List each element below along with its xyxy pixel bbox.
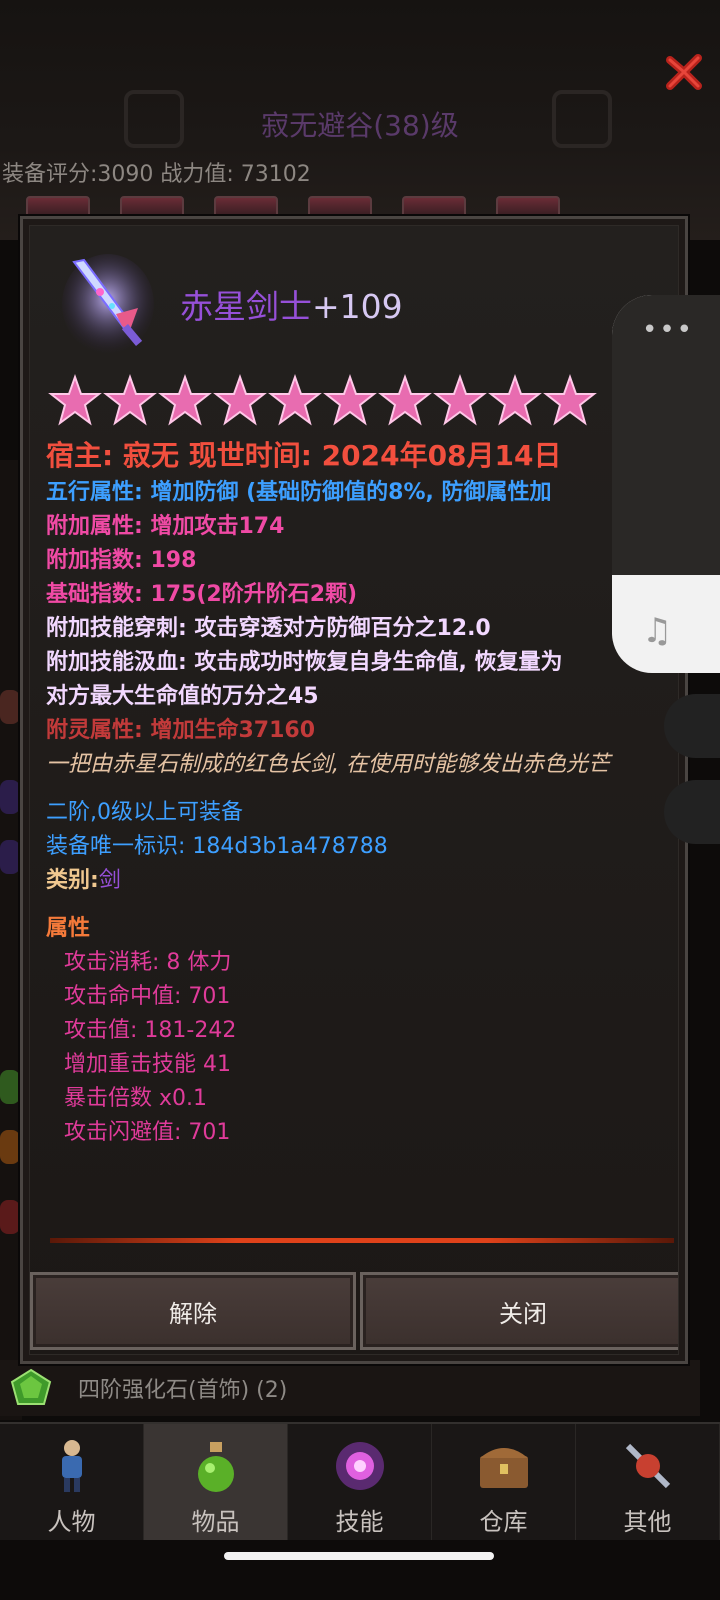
bottom-tab-bar: 人物 物品 技能 仓库 其他 — [0, 1422, 720, 1540]
background-item-list — [0, 460, 22, 1420]
star-icon — [213, 374, 267, 426]
unequip-button[interactable]: 解除 — [30, 1272, 356, 1350]
tab-label: 仓库 — [479, 1508, 528, 1536]
tab-other[interactable]: 其他 — [576, 1424, 720, 1540]
item-detail-dialog: 赤星剑士+109 宿主: 寂无 现世时间: 2024年08月14日 五行属性: … — [20, 216, 688, 1364]
list-item-label: 四阶强化石(首饰) (2) — [78, 1378, 288, 1403]
sword-icon — [62, 254, 154, 354]
star-icon — [103, 374, 157, 426]
tab-skills[interactable]: 技能 — [288, 1424, 432, 1540]
category-value: 剑 — [98, 868, 121, 893]
tab-label: 技能 — [335, 1508, 384, 1536]
character-icon — [61, 1440, 82, 1492]
attributes-title: 属性 — [46, 916, 91, 941]
floating-widget[interactable]: ••• ♫ — [612, 295, 720, 673]
attribute-row: 攻击值: 181-242 — [64, 1018, 237, 1043]
tab-label: 其他 — [623, 1508, 672, 1536]
tab-label: 物品 — [191, 1508, 240, 1536]
attribute-row: 攻击命中值: 701 — [64, 984, 231, 1009]
tab-storage[interactable]: 仓库 — [432, 1424, 576, 1540]
star-icon — [158, 374, 212, 426]
more-icon[interactable]: ••• — [642, 315, 694, 345]
tab-label: 人物 — [47, 1508, 96, 1536]
item-info: 宿主: 寂无 现世时间: 2024年08月14日 五行属性: 增加防御 (基础防… — [46, 436, 636, 1150]
extra-attr: 附加属性: 增加攻击174 — [46, 514, 285, 539]
star-icon — [543, 374, 597, 426]
star-icon — [488, 374, 542, 426]
item-icon — [0, 1130, 20, 1164]
item-icon — [0, 1070, 20, 1104]
equipment-score: 装备评分:3090 战力值: 73102 — [2, 162, 311, 187]
green-gem-icon — [10, 1368, 52, 1405]
divider — [50, 1238, 674, 1243]
tab-character[interactable]: 人物 — [0, 1424, 144, 1540]
attribute-row: 暴击倍数 x0.1 — [64, 1086, 208, 1111]
star-rating — [48, 374, 597, 428]
attribute-row: 增加重击技能 41 — [64, 1052, 231, 1077]
enhance-level: +109 — [312, 287, 403, 326]
five-elements-attr: 五行属性: 增加防御 (基础防御值的8%, 防御属性加 — [46, 480, 552, 505]
home-indicator[interactable] — [224, 1552, 494, 1560]
star-icon — [378, 374, 432, 426]
base-index: 基础指数: 175(2阶升阶石2颗) — [46, 582, 358, 607]
potion-icon — [197, 1442, 234, 1492]
item-icon — [0, 780, 20, 814]
other-icon — [625, 1443, 670, 1489]
attribute-row: 攻击消耗: 8 体力 — [64, 950, 232, 975]
star-icon — [48, 374, 102, 426]
character-title: 寂无避谷(38)级 — [261, 109, 459, 142]
item-name: 赤星剑士+109 — [180, 280, 403, 328]
equip-requirement: 二阶,0级以上可装备 — [46, 800, 243, 825]
skill-pierce: 附加技能穿刺: 攻击穿透对方防御百分之12.0 — [46, 616, 491, 641]
skill-orb-icon — [335, 1442, 384, 1490]
category: 类别:剑 — [46, 864, 636, 898]
star-icon — [433, 374, 487, 426]
unique-id: 装备唯一标识: 184d3b1a478788 — [46, 834, 388, 859]
item-icon — [0, 1200, 20, 1234]
skill-leech: 附加技能汲血: 攻击成功时恢复自身生命值, 恢复量为 — [46, 650, 563, 675]
spirit-attr: 附灵属性: 增加生命37160 — [46, 718, 315, 743]
side-pill[interactable] — [664, 694, 720, 758]
attribute-row: 攻击闪避值: 701 — [64, 1120, 231, 1145]
item-name-text: 赤星剑士 — [180, 287, 312, 326]
close-icon[interactable] — [664, 52, 704, 92]
music-note-icon[interactable]: ♫ — [642, 611, 672, 651]
side-pill[interactable] — [664, 780, 720, 844]
star-icon — [323, 374, 377, 426]
item-icon — [0, 690, 20, 724]
category-label: 类别: — [46, 868, 99, 893]
host-line: 宿主: 寂无 现世时间: 2024年08月14日 — [46, 439, 562, 472]
star-icon — [268, 374, 322, 426]
list-item[interactable]: 四阶强化石(首饰) (2) — [0, 1360, 700, 1416]
extra-index: 附加指数: 198 — [46, 548, 197, 573]
item-description: 一把由赤星石制成的红色长剑, 在使用时能够发出赤色光芒 — [46, 752, 610, 777]
skill-leech-cont: 对方最大生命值的万分之45 — [46, 684, 319, 709]
chest-icon — [479, 1448, 528, 1488]
close-button[interactable]: 关闭 — [360, 1272, 678, 1350]
item-icon — [0, 840, 20, 874]
tab-items[interactable]: 物品 — [144, 1424, 288, 1540]
